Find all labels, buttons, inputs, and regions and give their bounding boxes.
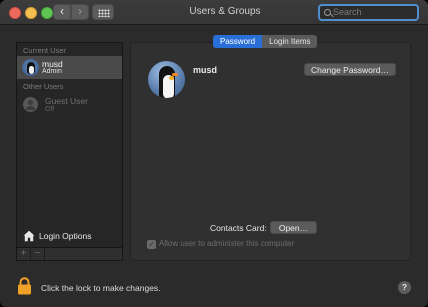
remove-user-button[interactable]: − — [31, 248, 45, 260]
titlebar: ‹ › Users & Groups Search — [0, 0, 428, 25]
lock-status-text: Click the lock to make changes. — [41, 283, 161, 293]
forward-button[interactable]: › — [71, 4, 89, 20]
login-options-item[interactable]: Login Options — [17, 227, 122, 247]
change-password-button[interactable]: Change Password… — [304, 63, 396, 76]
help-icon[interactable]: ? — [398, 281, 411, 294]
users-sidebar: Current User musd Admin Other Users Gues… — [16, 42, 123, 248]
search-icon — [324, 9, 331, 16]
open-contacts-card-button[interactable]: Open… — [270, 221, 317, 234]
tab-login-items[interactable]: Login Items — [262, 35, 318, 48]
admin-checkbox[interactable]: ✓ — [147, 240, 156, 249]
contacts-card-label: Contacts Card: — [210, 223, 267, 233]
home-icon — [23, 230, 35, 242]
user-picture[interactable] — [148, 61, 185, 98]
back-button[interactable]: ‹ — [53, 4, 71, 20]
users-groups-window: ‹ › Users & Groups Search Current User m… — [0, 0, 428, 307]
search-placeholder: Search — [333, 7, 362, 17]
sidebar-item-guest-user[interactable]: Guest User Off — [17, 94, 122, 117]
penguin-avatar — [22, 59, 39, 76]
zoom-window-button[interactable] — [41, 7, 53, 19]
add-user-button[interactable]: + — [17, 248, 31, 260]
grid-icon — [98, 9, 110, 17]
admin-checkbox-label: Allow user to administer this computer — [159, 239, 295, 248]
user-role: Admin — [42, 68, 62, 75]
login-options-label: Login Options — [39, 231, 92, 241]
show-all-preferences-button[interactable] — [92, 4, 114, 20]
minimize-window-button[interactable] — [25, 7, 37, 19]
lock-icon[interactable] — [17, 277, 32, 295]
guest-user-status: Off — [45, 106, 55, 113]
guest-user-icon — [23, 97, 38, 112]
sidebar-item-current-user[interactable]: musd Admin — [17, 56, 122, 79]
user-full-name: musd — [193, 65, 218, 75]
guest-user-name: Guest User — [45, 96, 88, 106]
close-window-button[interactable] — [9, 7, 21, 19]
other-users-section-label: Other Users — [23, 82, 64, 91]
tab-password[interactable]: Password — [213, 35, 263, 48]
window-title: Users & Groups — [189, 6, 261, 17]
segmented-tabs: Password Login Items — [213, 35, 318, 48]
search-field[interactable]: Search — [318, 4, 419, 21]
add-remove-bar: + − — [16, 248, 123, 261]
current-user-section-label: Current User — [23, 46, 66, 55]
